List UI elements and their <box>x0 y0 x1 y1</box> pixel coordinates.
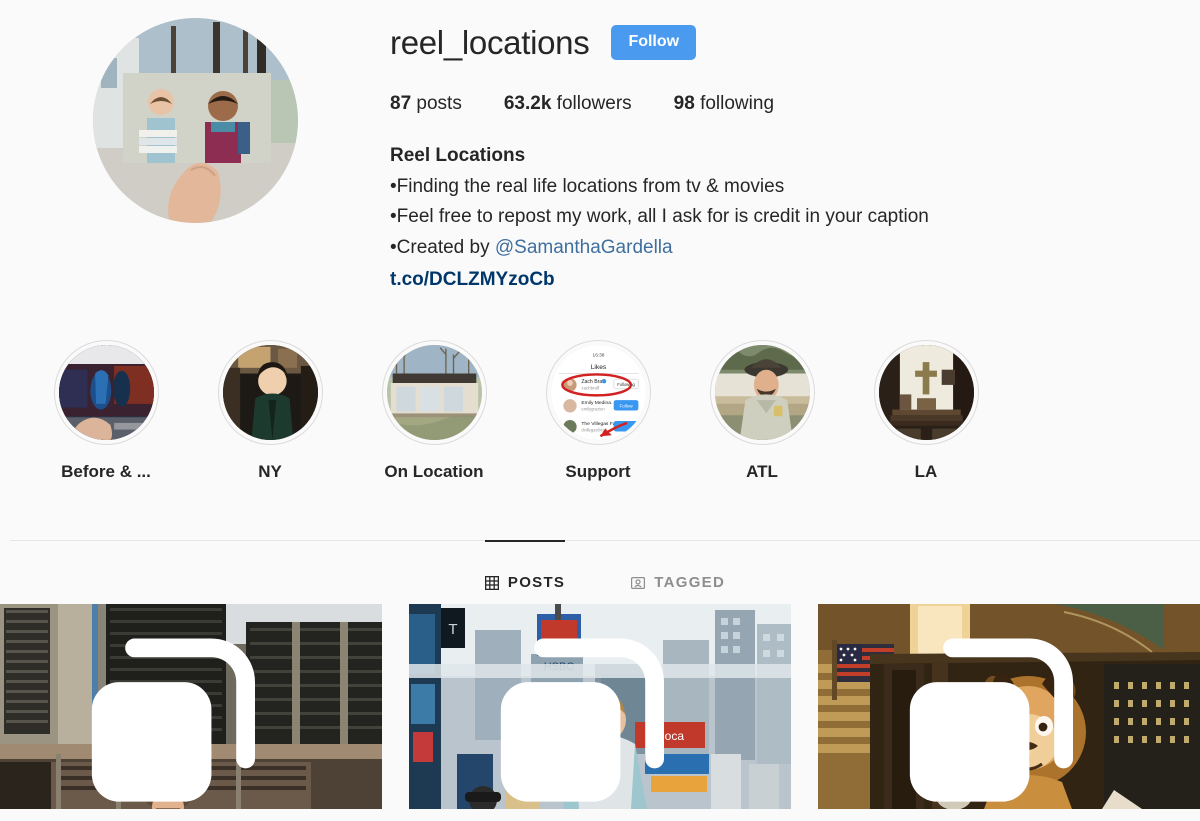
highlight-ring <box>873 339 979 445</box>
username-row: reel_locations Follow <box>390 18 1200 66</box>
avatar[interactable] <box>92 18 298 223</box>
bio: Reel Locations •Finding the real life lo… <box>390 141 1030 296</box>
stat-followers-label: followers <box>556 93 632 114</box>
tab-tagged[interactable]: TAGGED <box>631 540 725 602</box>
stat-posts[interactable]: 87 posts <box>390 93 462 115</box>
bio-line-3: •Created by @SamanthaGardella <box>390 233 1030 264</box>
highlight-ring <box>53 339 159 445</box>
highlight-before-after[interactable]: Before & ... <box>24 339 188 482</box>
highlight-ring <box>381 339 487 445</box>
svg-text:Zach Braff: Zach Braff <box>581 379 605 385</box>
bio-full-name: Reel Locations <box>390 145 526 166</box>
highlight-ring: 16:38 Likes Zach Braff zachbraff Followi… <box>545 339 651 445</box>
post-brutalist-building[interactable] <box>0 603 382 809</box>
highlight-cover-atl-icon <box>714 344 810 440</box>
bio-created-prefix: •Created by <box>390 236 495 258</box>
stat-following[interactable]: 98 following <box>674 93 774 115</box>
highlight-support[interactable]: 16:38 Likes Zach Braff zachbraff Followi… <box>516 339 680 482</box>
stat-following-label: following <box>700 93 775 114</box>
post-times-square[interactable]: T HSBC Coca <box>409 603 791 809</box>
highlight-cover-ny-icon <box>222 344 318 440</box>
tab-posts-label: POSTS <box>507 574 566 591</box>
highlight-ring <box>217 339 323 445</box>
bio-mention-link[interactable]: @SamanthaGardella <box>495 237 673 258</box>
story-highlights: Before & ... NY On Location 16:38 Likes … <box>0 339 1200 482</box>
highlight-ring <box>709 339 815 445</box>
tab-tagged-label: TAGGED <box>654 574 726 591</box>
svg-text:16:38: 16:38 <box>592 352 604 358</box>
highlight-cover-support-icon: 16:38 Likes Zach Braff zachbraff Followi… <box>550 344 646 440</box>
highlight-label: LA <box>914 461 938 481</box>
highlight-label: Before & ... <box>61 461 151 481</box>
profile-header: reel_locations Follow 87 posts 63.2k fol… <box>0 0 1200 296</box>
svg-text:zachbraff: zachbraff <box>581 385 600 390</box>
stats-row: 87 posts 63.2k followers 98 following <box>390 93 1200 115</box>
highlight-cover-before-after-icon <box>58 344 154 440</box>
tab-posts[interactable]: POSTS <box>484 539 566 602</box>
svg-text:Likes: Likes <box>590 363 606 370</box>
stat-followers-value: 63.2k <box>503 93 552 114</box>
highlight-atl[interactable]: ATL <box>680 339 844 482</box>
avatar-column <box>0 10 390 296</box>
highlight-cover-la-icon <box>878 344 974 440</box>
follow-button[interactable]: Follow <box>611 24 697 60</box>
stat-followers[interactable]: 63.2k followers <box>504 93 632 115</box>
svg-text:Coca: Coca <box>656 729 684 743</box>
stat-following-value: 98 <box>673 93 695 114</box>
bio-line-1: •Finding the real life locations from tv… <box>390 175 785 197</box>
stat-posts-label: posts <box>416 93 462 114</box>
svg-text:Emily Medina.: Emily Medina. <box>581 399 612 405</box>
bio-line-2: •Feel free to repost my work, all I ask … <box>390 206 929 227</box>
highlight-on-location[interactable]: On Location <box>352 339 516 482</box>
page-title: reel_locations <box>390 23 590 61</box>
highlight-label: NY <box>258 461 282 481</box>
svg-text:Follow: Follow <box>619 403 633 408</box>
external-link[interactable]: t.co/DCLZMYzoCb <box>390 265 1030 296</box>
post-grid: T HSBC Coca <box>0 603 1200 809</box>
highlight-label: Support <box>565 461 631 481</box>
grid-icon <box>484 575 499 590</box>
tagged-person-icon <box>631 576 646 590</box>
stat-posts-value: 87 <box>390 93 412 114</box>
post-grand-central-lion[interactable] <box>818 603 1200 809</box>
highlight-label: ATL <box>746 461 778 481</box>
highlight-la[interactable]: LA <box>844 339 1008 482</box>
svg-text:T: T <box>448 621 457 638</box>
profile-photo-icon <box>92 18 298 223</box>
highlight-cover-on-location-icon <box>386 344 482 440</box>
profile-tabs: POSTS TAGGED <box>10 539 1200 603</box>
profile-info: reel_locations Follow 87 posts 63.2k fol… <box>390 10 1200 296</box>
svg-text:Following: Following <box>617 381 635 386</box>
highlight-ny[interactable]: NY <box>188 339 352 482</box>
svg-text:emilygrazien: emilygrazien <box>581 406 605 411</box>
highlight-label: On Location <box>384 461 484 481</box>
